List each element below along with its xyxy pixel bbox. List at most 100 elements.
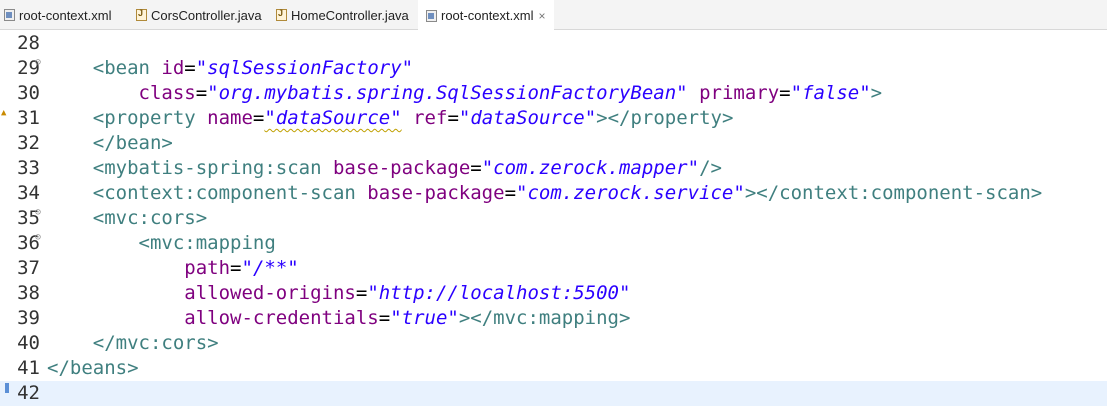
- line-number: 33: [17, 157, 40, 179]
- code-token: =: [252, 107, 265, 129]
- code-token: "dataSource": [264, 107, 402, 129]
- code-text: </bean>: [47, 131, 173, 156]
- tab-home-controller[interactable]: HomeController.java: [276, 0, 409, 30]
- code-token: <mvc:mapping: [47, 232, 276, 254]
- code-token: id: [161, 57, 185, 79]
- code-text: <context:component-scan base-package="co…: [47, 181, 1042, 206]
- code-line[interactable]: 38 allowed-origins="http://localhost:550…: [0, 281, 1107, 306]
- code-token: name: [207, 107, 253, 129]
- code-token: <mvc:cors>: [47, 207, 208, 229]
- code-token: =: [355, 282, 368, 304]
- line-number: 40: [17, 332, 40, 354]
- code-line[interactable]: 31 ▲ <property name="dataSource" ref="dat…: [0, 106, 1107, 131]
- current-line-marker: [5, 383, 9, 393]
- code-token: ></property>: [596, 107, 734, 129]
- warning-marker-icon[interactable]: ▲: [1, 109, 6, 118]
- code-text: <property name="dataSource" ref="dataSou…: [47, 106, 734, 131]
- code-token: =: [470, 157, 482, 179]
- code-token: "sqlSessionFactory": [195, 57, 414, 79]
- code-line[interactable]: 29 ⊝ <bean id="sqlSessionFactory": [0, 56, 1107, 81]
- line-number: 36: [17, 232, 40, 254]
- line-number: 35: [17, 207, 40, 229]
- code-token: =: [504, 182, 517, 204]
- code-token: "com.zerock.mapper": [481, 157, 700, 179]
- code-line[interactable]: 33 <mybatis-spring:scan base-package="co…: [0, 156, 1107, 181]
- code-line[interactable]: 39 allow-credentials="true"></mvc:mappin…: [0, 306, 1107, 331]
- code-line[interactable]: 42: [0, 381, 1107, 406]
- code-token: allowed-origins: [184, 282, 356, 304]
- code-text: </beans>: [47, 356, 139, 381]
- fold-toggle-icon[interactable]: ⊝: [35, 208, 41, 218]
- line-number: 38: [17, 282, 40, 304]
- code-token: =: [195, 82, 208, 104]
- tab-label: HomeController.java: [291, 7, 409, 23]
- fold-toggle-icon[interactable]: ⊝: [35, 233, 41, 243]
- tab-cors-controller[interactable]: CorsController.java: [136, 0, 262, 30]
- code-token: ref: [413, 107, 448, 129]
- code-text: path="/**": [47, 256, 299, 281]
- code-token: "dataSource": [458, 107, 597, 129]
- code-text: class="org.mybatis.spring.SqlSessionFact…: [47, 81, 883, 106]
- fold-toggle-icon[interactable]: ⊝: [35, 58, 41, 68]
- code-text: <mvc:cors>: [47, 206, 207, 231]
- code-line[interactable]: 41 </beans>: [0, 356, 1107, 381]
- code-token: =: [230, 257, 242, 279]
- code-token: />: [699, 157, 722, 179]
- line-number: 32: [17, 132, 40, 154]
- code-editor[interactable]: 28 29 ⊝ <bean id="sqlSessionFactory" 30 cla…: [0, 31, 1107, 408]
- java-file-icon: [136, 8, 147, 21]
- code-text: <mybatis-spring:scan base-package="com.z…: [47, 156, 722, 181]
- code-token: "org.mybatis.spring.SqlSessionFactoryBea…: [207, 82, 688, 104]
- line-number: 29: [17, 57, 40, 79]
- code-token: class: [138, 82, 196, 104]
- code-token: allow-credentials: [184, 307, 379, 329]
- line-number: 34: [17, 182, 40, 204]
- code-token: =: [184, 57, 196, 79]
- code-token: =: [779, 82, 791, 104]
- code-token: "true": [390, 307, 459, 329]
- code-line[interactable]: 37 path="/**": [0, 256, 1107, 281]
- java-file-icon: [276, 8, 287, 21]
- tab-label: CorsController.java: [151, 7, 262, 23]
- tab-root-context-xml-active[interactable]: root-context.xml ×: [418, 0, 554, 31]
- code-token: </mvc:cors>: [47, 332, 219, 354]
- code-token: path: [184, 257, 231, 279]
- code-line[interactable]: 28: [0, 31, 1107, 56]
- code-token: "false": [790, 82, 871, 104]
- line-number: 39: [17, 307, 40, 329]
- code-line[interactable]: 34 <context:component-scan base-package=…: [0, 181, 1107, 206]
- code-line[interactable]: 36 ⊝ <mvc:mapping: [0, 231, 1107, 256]
- line-number: 37: [17, 257, 40, 279]
- code-token: =: [447, 107, 459, 129]
- code-token: <context:component-scan: [47, 182, 368, 204]
- code-text: <mvc:mapping: [47, 231, 276, 256]
- code-token: <mybatis-spring:scan: [47, 157, 333, 179]
- code-token: base-package: [367, 182, 505, 204]
- code-token: "/**": [241, 257, 299, 279]
- code-token: primary: [699, 82, 780, 104]
- code-line[interactable]: 32 </bean>: [0, 131, 1107, 156]
- code-token: <property: [47, 107, 208, 129]
- line-number: 30: [17, 82, 40, 104]
- xml-file-icon: [426, 9, 437, 22]
- code-line[interactable]: 30 class="org.mybatis.spring.SqlSessionF…: [0, 81, 1107, 106]
- code-token: base-package: [332, 157, 471, 179]
- close-icon[interactable]: ×: [538, 9, 545, 23]
- code-line[interactable]: 35 ⊝ <mvc:cors>: [0, 206, 1107, 231]
- code-token: "com.zerock.service": [516, 182, 745, 204]
- code-line[interactable]: 40 </mvc:cors>: [0, 331, 1107, 356]
- line-number: 41: [17, 357, 40, 379]
- code-token: "http://localhost:5500": [367, 282, 631, 304]
- code-token: <bean: [47, 57, 162, 79]
- xml-file-icon: [4, 9, 15, 21]
- tab-root-context-xml-1[interactable]: root-context.xml: [4, 0, 111, 30]
- code-token: ></context:component-scan>: [744, 182, 1043, 204]
- code-token: >: [870, 82, 883, 104]
- tab-label: root-context.xml: [19, 7, 112, 23]
